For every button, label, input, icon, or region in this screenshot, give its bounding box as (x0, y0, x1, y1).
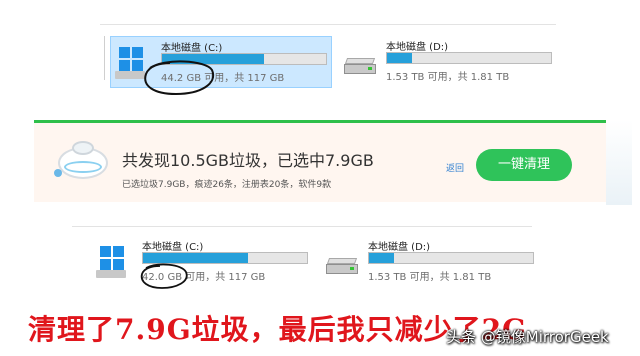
robot-vacuum-icon (54, 137, 110, 187)
usage-fill (143, 253, 248, 263)
bottom-divider (72, 226, 532, 227)
windows-logo-icon (119, 47, 143, 71)
drive-space-info: 1.53 TB 可用，共 1.81 TB (368, 272, 492, 283)
drive-usage-bar (368, 252, 534, 264)
windows-logo-icon (100, 246, 124, 270)
top-divider (100, 24, 556, 25)
drive-name: 本地磁盘 (D:) (386, 42, 449, 53)
drive-usage-bar (161, 53, 327, 65)
scan-result-detail: 已选垃圾7.9GB，痕迹26条，注册表20条，软件9款 (122, 180, 332, 190)
drive-space-info: 42.0 GB 可用，共 117 GB (142, 272, 266, 283)
drive-c-bottom[interactable]: 本地磁盘 (C:) 42.0 GB 可用，共 117 GB (92, 236, 314, 288)
drive-name: 本地磁盘 (C:) (142, 242, 204, 253)
banner-edge (606, 120, 632, 205)
drive-c-top[interactable]: 本地磁盘 (C:) 44.2 GB 可用，共 117 GB (110, 36, 332, 88)
hard-drive-icon (344, 58, 376, 74)
drive-space-info: 1.53 TB 可用，共 1.81 TB (386, 72, 510, 83)
usage-fill (387, 53, 412, 63)
drive-base-icon (115, 71, 145, 79)
drive-space-info: 44.2 GB 可用，共 117 GB (161, 73, 285, 84)
cleanup-banner: 共发现10.5GB垃圾，已选中7.9GB 已选垃圾7.9GB，痕迹26条，注册表… (34, 120, 632, 205)
drive-usage-bar (386, 52, 552, 64)
drive-name: 本地磁盘 (D:) (368, 242, 431, 253)
hard-drive-icon (326, 258, 358, 274)
drive-name: 本地磁盘 (C:) (161, 43, 223, 54)
top-left-edge (104, 36, 105, 80)
back-link[interactable]: 返回 (446, 161, 464, 174)
usage-fill (369, 253, 394, 263)
drive-d-bottom[interactable]: 本地磁盘 (D:) 1.53 TB 可用，共 1.81 TB (318, 236, 540, 288)
usage-fill (162, 54, 264, 64)
one-click-clean-button[interactable]: 一键清理 (476, 149, 572, 181)
drive-base-icon (96, 270, 126, 278)
scan-result-title: 共发现10.5GB垃圾，已选中7.9GB (122, 151, 374, 170)
drive-usage-bar (142, 252, 308, 264)
watermark: 头条 @镜像MirrorGeek (446, 328, 609, 346)
drive-d-top[interactable]: 本地磁盘 (D:) 1.53 TB 可用，共 1.81 TB (336, 36, 558, 88)
